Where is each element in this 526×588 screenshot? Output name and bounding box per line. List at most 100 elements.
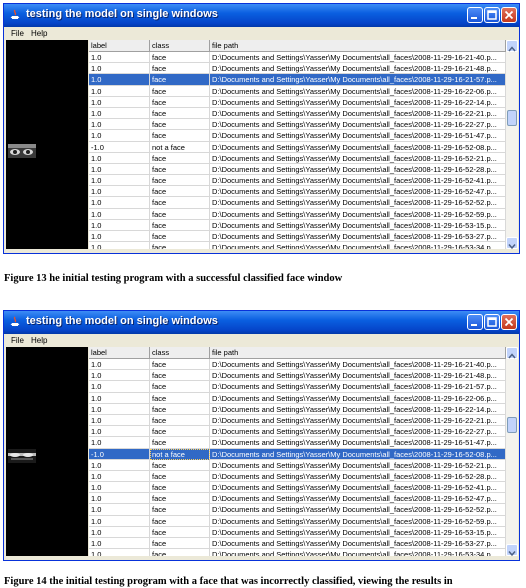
label-cell[interactable]: 1.0 xyxy=(89,538,150,549)
class-cell[interactable]: face xyxy=(150,63,210,75)
label-cell[interactable]: 1.0 xyxy=(89,381,150,393)
label-cell[interactable]: 1.0 xyxy=(89,175,150,187)
table-row[interactable]: 1.0 face D:\Documents and Settings\Yasser\… xyxy=(89,96,506,108)
maximize-button[interactable] xyxy=(484,7,500,23)
column-header-file-path[interactable]: file path xyxy=(210,347,506,358)
file-path-cell[interactable]: D:\Documents and Settings\Yasser\My Docu… xyxy=(210,470,506,482)
class-cell[interactable]: face xyxy=(150,163,210,175)
class-cell[interactable]: face xyxy=(150,186,210,198)
label-cell[interactable]: -1.0 xyxy=(89,141,150,153)
class-cell[interactable]: face xyxy=(150,197,210,209)
scroll-thumb[interactable] xyxy=(507,417,517,433)
class-cell[interactable]: face xyxy=(150,493,210,505)
label-cell[interactable]: 1.0 xyxy=(89,74,150,86)
class-cell[interactable]: face xyxy=(150,459,210,471)
class-cell[interactable]: face xyxy=(150,381,210,393)
table-row[interactable]: -1.0 not a face D:\Documents and Settings\… xyxy=(89,448,506,460)
label-cell[interactable]: 1.0 xyxy=(89,63,150,75)
class-cell[interactable]: face xyxy=(150,414,210,426)
class-cell[interactable]: face xyxy=(150,242,210,249)
file-path-cell[interactable]: D:\Documents and Settings\Yasser\My Docu… xyxy=(210,141,506,153)
title-bar[interactable]: testing the model on single windows xyxy=(4,311,519,334)
class-cell[interactable]: face xyxy=(150,538,210,549)
table-row[interactable]: 1.0 face D:\Documents and Settings\Yasser\… xyxy=(89,549,506,556)
file-path-cell[interactable]: D:\Documents and Settings\Yasser\My Docu… xyxy=(210,186,506,198)
label-cell[interactable]: 1.0 xyxy=(89,426,150,438)
label-cell[interactable]: 1.0 xyxy=(89,85,150,97)
class-cell[interactable]: face xyxy=(150,549,210,556)
column-header-file-path[interactable]: file path xyxy=(210,40,506,51)
maximize-button[interactable] xyxy=(484,314,500,330)
label-cell[interactable]: 1.0 xyxy=(89,359,150,370)
table-row[interactable]: 1.0 face D:\Documents and Settings\Yasser\… xyxy=(89,526,506,538)
file-path-cell[interactable]: D:\Documents and Settings\Yasser\My Docu… xyxy=(210,107,506,119)
file-path-cell[interactable]: D:\Documents and Settings\Yasser\My Docu… xyxy=(210,482,506,494)
file-path-cell[interactable]: D:\Documents and Settings\Yasser\My Docu… xyxy=(210,526,506,538)
column-header-label[interactable]: label xyxy=(89,40,150,51)
class-cell[interactable]: face xyxy=(150,130,210,142)
vertical-scrollbar[interactable] xyxy=(506,347,518,557)
file-path-cell[interactable]: D:\Documents and Settings\Yasser\My Docu… xyxy=(210,231,506,242)
table-row[interactable]: 1.0 face D:\Documents and Settings\Yasser\… xyxy=(89,186,506,198)
file-path-cell[interactable]: D:\Documents and Settings\Yasser\My Docu… xyxy=(210,96,506,108)
file-path-cell[interactable]: D:\Documents and Settings\Yasser\My Docu… xyxy=(210,52,506,63)
file-path-cell[interactable]: D:\Documents and Settings\Yasser\My Docu… xyxy=(210,175,506,187)
table-row[interactable]: -1.0 not a face D:\Documents and Settings\… xyxy=(89,141,506,153)
label-cell[interactable]: 1.0 xyxy=(89,470,150,482)
file-path-cell[interactable]: D:\Documents and Settings\Yasser\My Docu… xyxy=(210,459,506,471)
file-path-cell[interactable]: D:\Documents and Settings\Yasser\My Docu… xyxy=(210,119,506,131)
label-cell[interactable]: 1.0 xyxy=(89,107,150,119)
label-cell[interactable]: 1.0 xyxy=(89,197,150,209)
label-cell[interactable]: 1.0 xyxy=(89,231,150,242)
file-path-cell[interactable]: D:\Documents and Settings\Yasser\My Docu… xyxy=(210,74,506,86)
file-path-cell[interactable]: D:\Documents and Settings\Yasser\My Docu… xyxy=(210,197,506,209)
table-row[interactable]: 1.0 face D:\Documents and Settings\Yasser\… xyxy=(89,63,506,75)
label-cell[interactable]: 1.0 xyxy=(89,208,150,220)
class-cell[interactable]: face xyxy=(150,107,210,119)
label-cell[interactable]: -1.0 xyxy=(89,448,150,460)
class-cell[interactable]: face xyxy=(150,74,210,86)
table-row[interactable]: 1.0 face D:\Documents and Settings\Yasser\… xyxy=(89,437,506,449)
label-cell[interactable]: 1.0 xyxy=(89,163,150,175)
label-cell[interactable]: 1.0 xyxy=(89,414,150,426)
table-row[interactable]: 1.0 face D:\Documents and Settings\Yasser\… xyxy=(89,459,506,471)
label-cell[interactable]: 1.0 xyxy=(89,219,150,231)
class-cell[interactable]: face xyxy=(150,119,210,131)
class-cell[interactable]: not a face xyxy=(150,448,210,460)
file-path-cell[interactable]: D:\Documents and Settings\Yasser\My Docu… xyxy=(210,549,506,556)
class-cell[interactable]: face xyxy=(150,85,210,97)
file-path-cell[interactable]: D:\Documents and Settings\Yasser\My Docu… xyxy=(210,504,506,516)
column-header-class[interactable]: class xyxy=(150,40,210,51)
label-cell[interactable]: 1.0 xyxy=(89,52,150,63)
table-row[interactable]: 1.0 face D:\Documents and Settings\Yasser\… xyxy=(89,163,506,176)
table-row[interactable]: 1.0 face D:\Documents and Settings\Yasser\… xyxy=(89,130,506,142)
label-cell[interactable]: 1.0 xyxy=(89,370,150,382)
class-cell[interactable]: face xyxy=(150,437,210,449)
table-row[interactable]: 1.0 face D:\Documents and Settings\Yasser\… xyxy=(89,504,506,516)
file-path-cell[interactable]: D:\Documents and Settings\Yasser\My Docu… xyxy=(210,219,506,231)
table-row[interactable]: 1.0 face D:\Documents and Settings\Yasser\… xyxy=(89,470,506,483)
label-cell[interactable]: 1.0 xyxy=(89,493,150,505)
label-cell[interactable]: 1.0 xyxy=(89,482,150,494)
scroll-up-button[interactable] xyxy=(506,347,518,359)
label-cell[interactable]: 1.0 xyxy=(89,392,150,404)
close-button[interactable] xyxy=(501,314,517,330)
class-cell[interactable]: face xyxy=(150,370,210,382)
label-cell[interactable]: 1.0 xyxy=(89,549,150,556)
class-cell[interactable]: face xyxy=(150,504,210,516)
label-cell[interactable]: 1.0 xyxy=(89,437,150,449)
table-row[interactable]: 1.0 face D:\Documents and Settings\Yasser\… xyxy=(89,52,506,64)
menu-help[interactable]: Help xyxy=(31,336,47,345)
class-cell[interactable]: face xyxy=(150,52,210,63)
table-row[interactable]: 1.0 face D:\Documents and Settings\Yasser\… xyxy=(89,426,506,438)
file-path-cell[interactable]: D:\Documents and Settings\Yasser\My Docu… xyxy=(210,85,506,97)
table-row[interactable]: 1.0 face D:\Documents and Settings\Yasser\… xyxy=(89,515,506,527)
file-path-cell[interactable]: D:\Documents and Settings\Yasser\My Docu… xyxy=(210,515,506,527)
table-row[interactable]: 1.0 face D:\Documents and Settings\Yasser\… xyxy=(89,370,506,382)
table-row[interactable]: 1.0 face D:\Documents and Settings\Yasser\… xyxy=(89,231,506,243)
file-path-cell[interactable]: D:\Documents and Settings\Yasser\My Docu… xyxy=(210,538,506,549)
class-cell[interactable]: face xyxy=(150,359,210,370)
file-path-cell[interactable]: D:\Documents and Settings\Yasser\My Docu… xyxy=(210,63,506,75)
table-row[interactable]: 1.0 face D:\Documents and Settings\Yasser\… xyxy=(89,493,506,505)
class-cell[interactable]: face xyxy=(150,526,210,538)
